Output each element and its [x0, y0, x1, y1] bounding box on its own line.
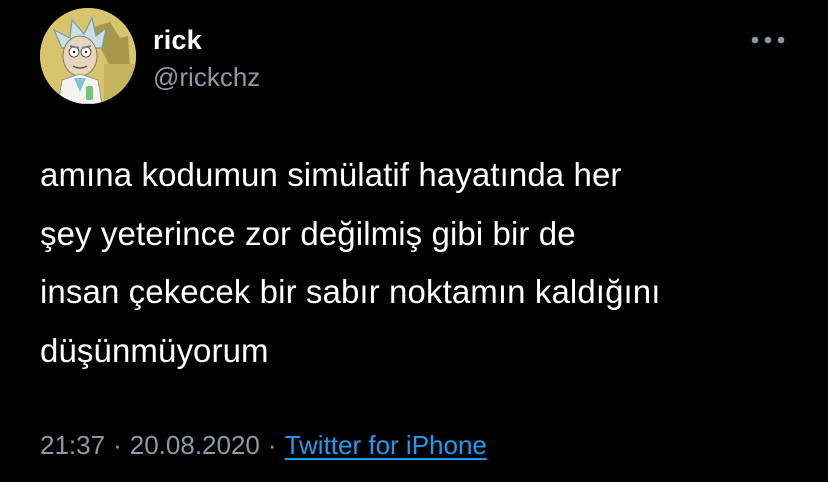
meta-separator: ·: [113, 430, 122, 460]
more-horizontal-icon: [751, 36, 785, 44]
meta-separator: ·: [267, 430, 277, 460]
rick-sanchez-avatar-icon: [40, 8, 136, 104]
tweet-text-line: düşünmüyorum: [40, 331, 269, 369]
tweet-card: rick @rickchz amına kodumun simülatif ha…: [0, 0, 828, 482]
user-block: rick @rickchz: [153, 24, 260, 94]
tweet-metadata: 21:37 · 20.08.2020 · Twitter for iPhone: [40, 428, 487, 462]
tweet-source-link[interactable]: Twitter for iPhone: [285, 430, 487, 460]
tweet-text-line: amına kodumun simülatif hayatında her: [40, 156, 622, 193]
tweet-text-line: şey yeterince zor değilmiş gibi bir de: [40, 214, 576, 252]
avatar[interactable]: [40, 8, 136, 104]
tweet-text: amına kodumun simülatif hayatında her şe…: [40, 146, 800, 380]
tweet-text-line: insan çekecek bir sabır noktamın kaldığı…: [40, 273, 661, 310]
tweet-time: 21:37: [40, 430, 106, 460]
user-handle[interactable]: @rickchz: [153, 60, 260, 94]
tweet-date: 20.08.2020: [129, 430, 260, 460]
display-name[interactable]: rick: [153, 24, 260, 56]
more-options-button[interactable]: [744, 28, 792, 52]
